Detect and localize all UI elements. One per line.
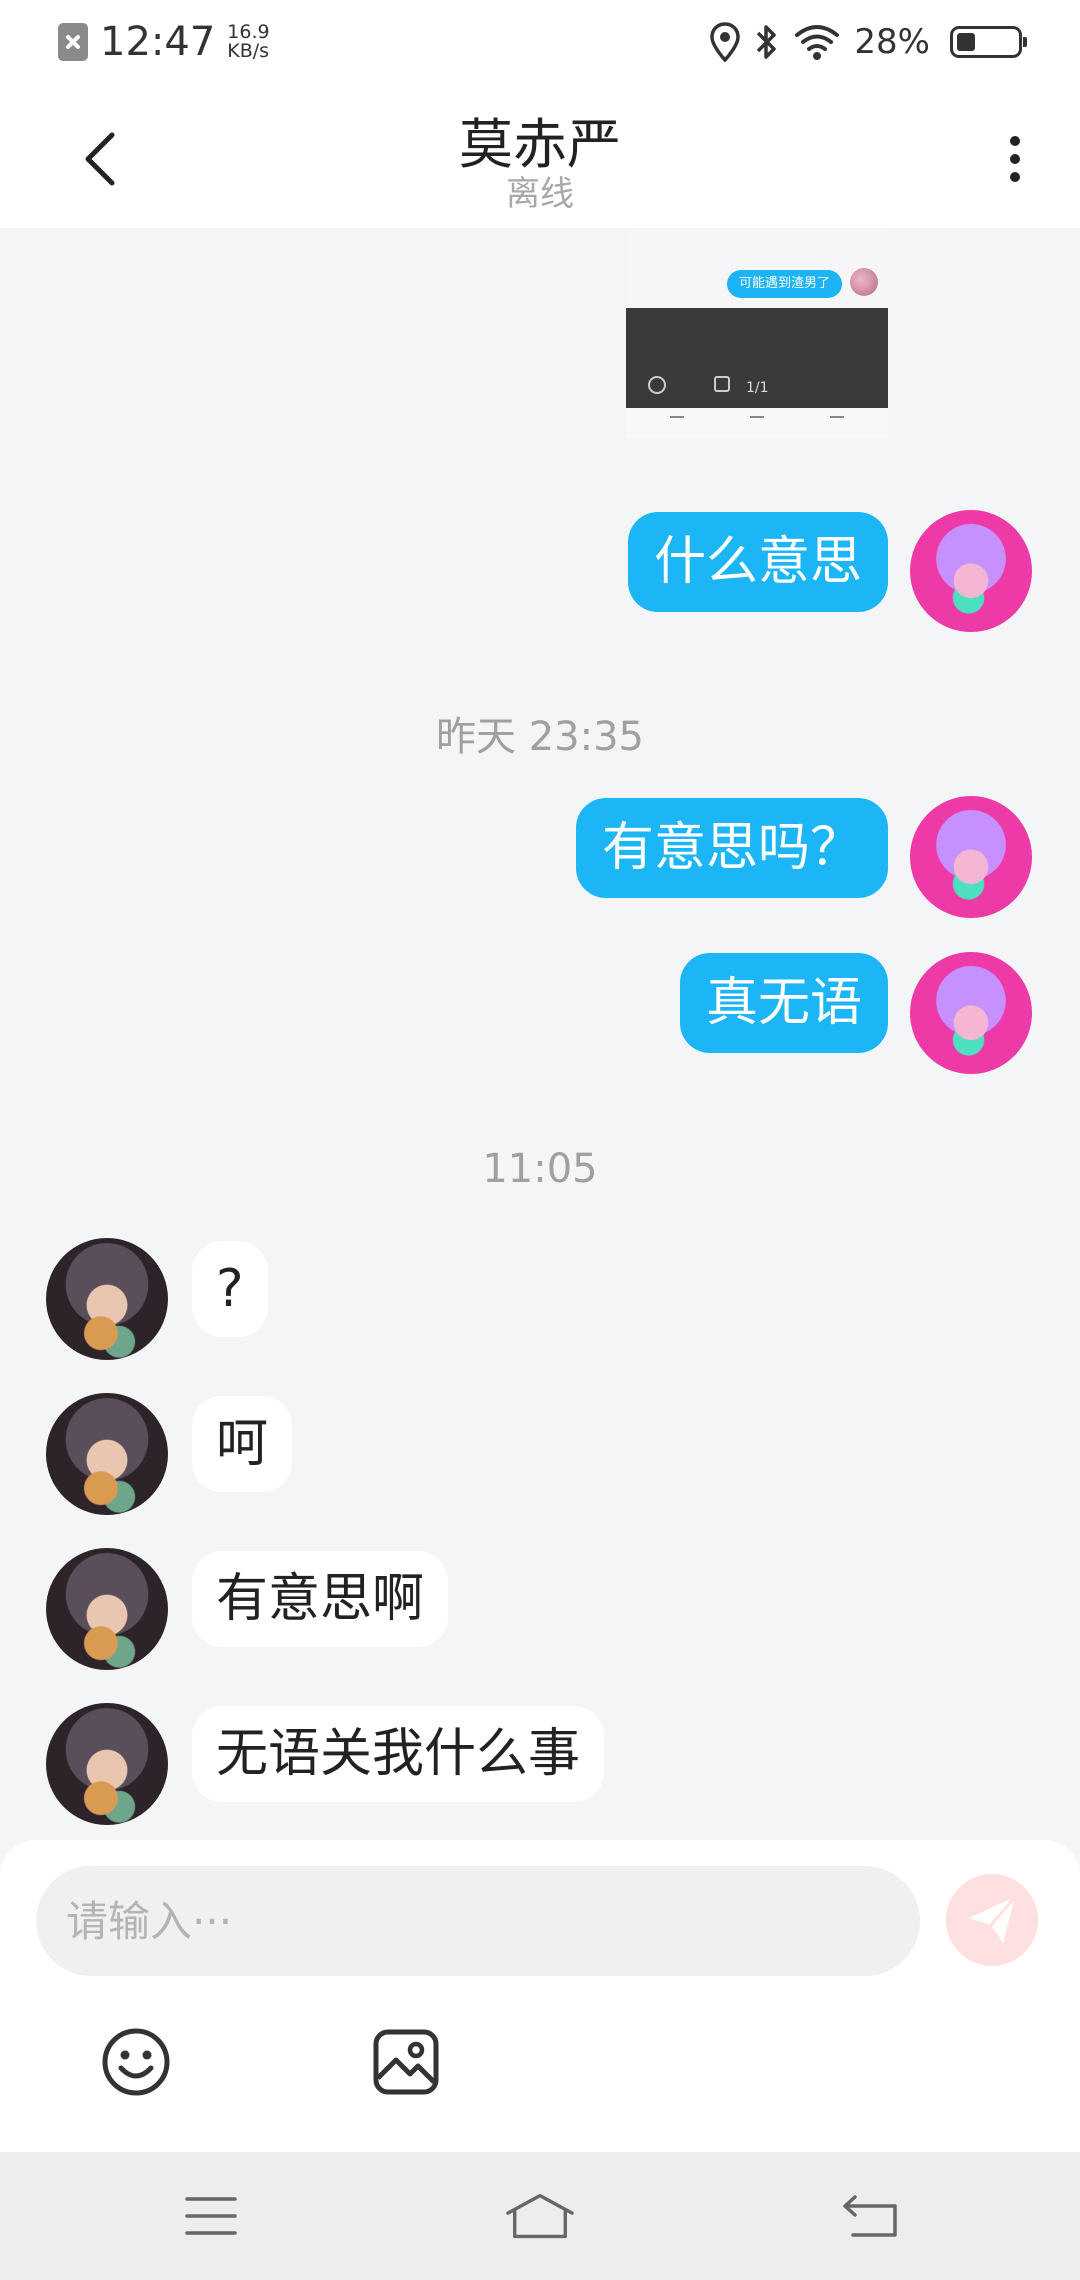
my-avatar[interactable]: [910, 952, 1032, 1074]
status-bar: 12:47 16.9 KB/s 28%: [0, 0, 1080, 84]
bluetooth-icon: [754, 22, 780, 62]
network-speed-unit: KB/s: [227, 40, 270, 62]
home-icon: [506, 2193, 574, 2239]
shared-image-picture-icon: [714, 376, 730, 392]
send-icon: [969, 1896, 1017, 1943]
network-speed: 16.9 KB/s: [227, 23, 269, 61]
shared-image-message[interactable]: 可能遇到渣男了 1/1: [626, 228, 888, 438]
battery-percent: 28%: [854, 22, 930, 62]
shared-image-emoji-icon: [648, 376, 666, 394]
status-time: 12:47: [100, 19, 216, 65]
nav-menu-button[interactable]: [176, 2186, 246, 2246]
location-icon: [710, 22, 741, 62]
sim-off-icon: [58, 23, 88, 61]
contact-avatar[interactable]: [46, 1393, 168, 1515]
nav-back-button[interactable]: [836, 2186, 906, 2246]
message-bubble-in[interactable]: 无语关我什么事: [192, 1706, 605, 1802]
shared-image-nav: [626, 408, 888, 438]
image-button[interactable]: [370, 2026, 442, 2098]
contact-avatar[interactable]: [46, 1548, 168, 1670]
menu-icon: [185, 2197, 237, 2235]
contact-avatar[interactable]: [46, 1703, 168, 1825]
message-timestamp: 11:05: [482, 1146, 598, 1192]
wifi-icon: [794, 23, 840, 61]
message-bubble-out[interactable]: 真无语: [679, 953, 888, 1053]
message-bubble-in[interactable]: 呵: [192, 1396, 293, 1492]
contact-status: 离线: [506, 174, 574, 214]
status-right: 28%: [710, 20, 1027, 64]
emoji-icon: [102, 2028, 170, 2096]
system-nav-bar: [0, 2152, 1080, 2280]
contact-avatar[interactable]: [46, 1238, 168, 1360]
message-bubble-in[interactable]: ?: [192, 1241, 268, 1337]
status-left: 12:47 16.9 KB/s: [58, 19, 270, 65]
battery-icon: [950, 26, 1027, 58]
image-icon: [373, 2029, 439, 2095]
chat-header: 莫赤严 离线: [0, 84, 1080, 228]
message-bubble-out[interactable]: 什么意思: [627, 512, 888, 612]
battery-level: [957, 33, 975, 51]
my-avatar[interactable]: [910, 796, 1032, 918]
shared-image-avatar: [850, 268, 878, 296]
message-bubble-in[interactable]: 有意思啊: [192, 1551, 449, 1647]
chat-messages[interactable]: 可能遇到渣男了 1/1 什么意思 昨天 23:35 有意思吗？ 真无语 11:0…: [0, 228, 1080, 1840]
back-icon: [843, 2195, 897, 2237]
nav-home-button[interactable]: [505, 2186, 575, 2246]
emoji-button[interactable]: [100, 2026, 172, 2098]
shared-image-page-indicator: 1/1: [746, 380, 769, 396]
composer-panel: [0, 1840, 1080, 2152]
send-button[interactable]: [946, 1874, 1038, 1966]
message-timestamp: 昨天 23:35: [436, 714, 644, 760]
shared-image-bubble-text: 可能遇到渣男了: [726, 270, 842, 298]
my-avatar[interactable]: [910, 510, 1032, 632]
more-vertical-icon: [1010, 136, 1020, 146]
message-input[interactable]: [36, 1866, 920, 1976]
more-options-button[interactable]: [990, 124, 1040, 194]
message-bubble-out[interactable]: 有意思吗？: [575, 798, 888, 898]
